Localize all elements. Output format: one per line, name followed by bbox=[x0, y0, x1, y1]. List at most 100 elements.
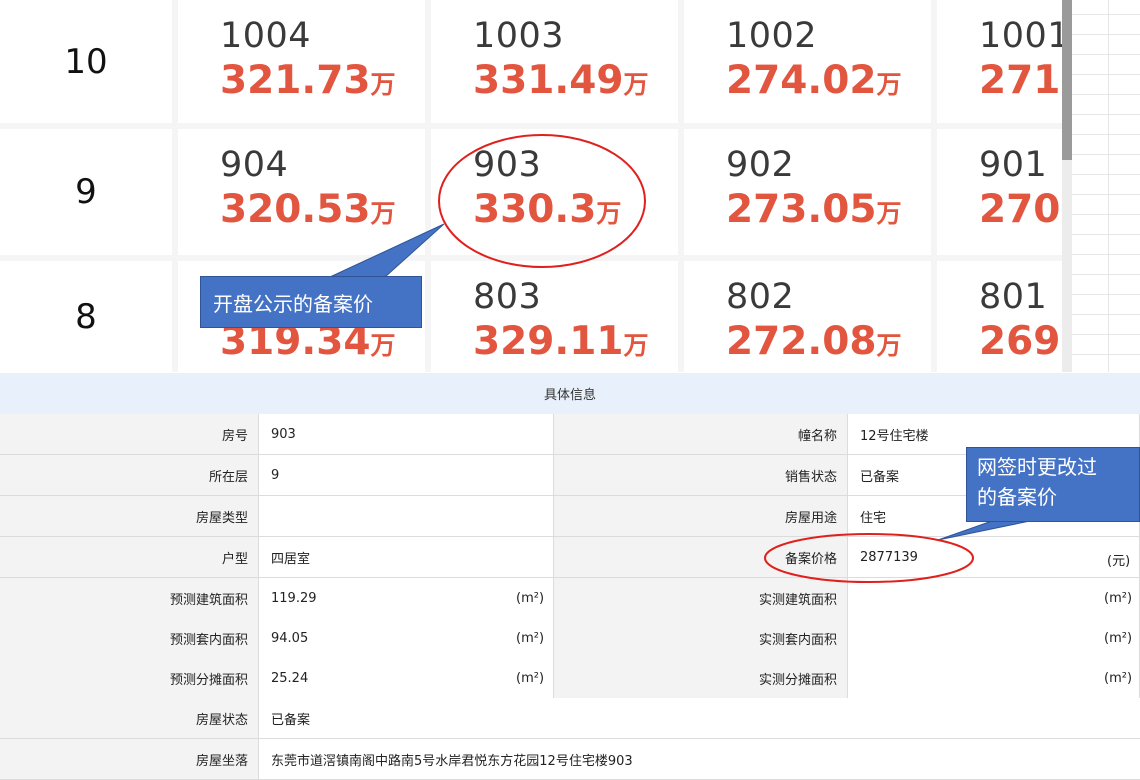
unit-cell-1002[interactable]: 1002 274.02万 bbox=[684, 0, 931, 123]
field-label: 房屋类型 bbox=[0, 496, 259, 536]
price: 321.73万 bbox=[220, 58, 396, 103]
divider bbox=[1072, 174, 1140, 175]
divider bbox=[1072, 294, 1140, 295]
table-row: 预测分摊面积 25.24 (m²) 实测分摊面积 (m²) bbox=[0, 658, 1140, 699]
field-label: 预测套内面积 bbox=[0, 618, 259, 658]
field-value bbox=[848, 618, 1140, 658]
divider bbox=[1072, 154, 1140, 155]
field-label: 预测分摊面积 bbox=[0, 658, 259, 698]
field-value: 2877139 bbox=[848, 537, 1140, 577]
field-label: 备案价格 bbox=[554, 537, 848, 577]
unit-cell-904[interactable]: 904 320.53万 bbox=[178, 129, 425, 255]
divider bbox=[1072, 274, 1140, 275]
room-number: 904 bbox=[220, 145, 289, 185]
detail-header: 具体信息 bbox=[0, 373, 1140, 415]
room-number: 1003 bbox=[473, 16, 565, 56]
callout-changed-price: 网签时更改过 的备案价 bbox=[966, 447, 1140, 522]
unit-cell-903[interactable]: 903 330.3万 bbox=[431, 129, 678, 255]
field-value bbox=[848, 578, 1140, 618]
floor-label: 10 bbox=[0, 0, 172, 123]
unit-cell-1003[interactable]: 1003 331.49万 bbox=[431, 0, 678, 123]
divider bbox=[1072, 14, 1140, 15]
field-value: 9 bbox=[259, 455, 554, 495]
unit-cell-801[interactable]: 801 269.5 bbox=[937, 261, 1062, 372]
price: 331.49万 bbox=[473, 58, 649, 103]
price: 270.4 bbox=[979, 187, 1062, 232]
field-value: 已备案 bbox=[259, 698, 1140, 738]
field-label: 实测建筑面积 bbox=[554, 578, 848, 618]
divider bbox=[1072, 234, 1140, 235]
field-value: 94.05 bbox=[259, 618, 554, 658]
field-value bbox=[259, 496, 554, 536]
table-row: 预测建筑面积 119.29 (m²) 实测建筑面积 (m²) bbox=[0, 578, 1140, 619]
room-number: 803 bbox=[473, 277, 542, 317]
price: 272.08万 bbox=[726, 319, 902, 364]
unit-label: (m²) bbox=[516, 631, 545, 646]
field-value: 903 bbox=[259, 414, 554, 454]
table-row: 房屋状态 已备案 bbox=[0, 698, 1140, 739]
unit-label: (m²) bbox=[1104, 671, 1133, 686]
field-value: 119.29 bbox=[259, 578, 554, 618]
divider bbox=[1072, 334, 1140, 335]
field-label: 实测分摊面积 bbox=[554, 658, 848, 698]
table-row: 预测套内面积 94.05 (m²) 实测套内面积 (m²) bbox=[0, 618, 1140, 659]
field-value: 四居室 bbox=[259, 537, 554, 577]
price: 320.53万 bbox=[220, 187, 396, 232]
unit-label: (m²) bbox=[1104, 631, 1133, 646]
grid-right-background bbox=[1072, 0, 1140, 372]
field-label: 实测套内面积 bbox=[554, 618, 848, 658]
unit-cell-902[interactable]: 902 273.05万 bbox=[684, 129, 931, 255]
detail-panel: 具体信息 房号 903 幢名称 12号住宅楼 所在层 9 销售状态 已备案 房屋… bbox=[0, 373, 1140, 780]
field-label: 房号 bbox=[0, 414, 259, 454]
unit-cell-803[interactable]: 803 329.11万 bbox=[431, 261, 678, 372]
divider bbox=[1072, 354, 1140, 355]
field-label: 幢名称 bbox=[554, 414, 848, 454]
divider bbox=[1072, 214, 1140, 215]
room-number: 902 bbox=[726, 145, 795, 185]
divider bbox=[1072, 134, 1140, 135]
unit-label: (m²) bbox=[1104, 591, 1133, 606]
price: 271.4 bbox=[979, 58, 1062, 103]
field-value: 25.24 bbox=[259, 658, 554, 698]
room-number: 1004 bbox=[220, 16, 312, 56]
room-number: 1002 bbox=[726, 16, 818, 56]
field-label: 销售状态 bbox=[554, 455, 848, 495]
floor-label: 8 bbox=[0, 261, 172, 372]
room-number: 901 bbox=[979, 145, 1048, 185]
room-number: 903 bbox=[473, 145, 542, 185]
field-label: 房屋用途 bbox=[554, 496, 848, 536]
field-value: 东莞市道滘镇南阁中路南5号水岸君悦东方花园12号住宅楼903 bbox=[259, 739, 1140, 779]
price: 273.05万 bbox=[726, 187, 902, 232]
field-label: 预测建筑面积 bbox=[0, 578, 259, 618]
divider bbox=[1072, 94, 1140, 95]
divider bbox=[1072, 254, 1140, 255]
field-value bbox=[848, 658, 1140, 698]
room-number: 1001 bbox=[979, 16, 1062, 56]
callout-opening-price: 开盘公示的备案价 bbox=[200, 276, 422, 328]
field-label: 户型 bbox=[0, 537, 259, 577]
divider bbox=[1072, 114, 1140, 115]
field-label: 房屋坐落 bbox=[0, 739, 259, 779]
price: 330.3万 bbox=[473, 187, 622, 232]
divider bbox=[1072, 34, 1140, 35]
divider bbox=[1072, 314, 1140, 315]
price: 329.11万 bbox=[473, 319, 649, 364]
floor-label: 9 bbox=[0, 129, 172, 255]
unit-label: (m²) bbox=[516, 591, 545, 606]
field-label: 房屋状态 bbox=[0, 698, 259, 738]
unit-label: (元) bbox=[1107, 554, 1131, 569]
divider bbox=[1072, 74, 1140, 75]
table-row: 户型 四居室 备案价格 2877139 (元) bbox=[0, 537, 1140, 578]
unit-cell-802[interactable]: 802 272.08万 bbox=[684, 261, 931, 372]
divider bbox=[1072, 54, 1140, 55]
unit-cell-1001[interactable]: 1001 271.4 bbox=[937, 0, 1062, 123]
table-row: 房屋坐落 东莞市道滘镇南阁中路南5号水岸君悦东方花园12号住宅楼903 bbox=[0, 739, 1140, 780]
floor-grid: 10 1004 321.73万 1003 331.49万 1002 274.02… bbox=[0, 0, 1140, 372]
room-number: 801 bbox=[979, 277, 1048, 317]
divider bbox=[1108, 0, 1109, 372]
callout-line: 网签时更改过 bbox=[977, 455, 1097, 479]
unit-cell-901[interactable]: 901 270.4 bbox=[937, 129, 1062, 255]
scrollbar-thumb[interactable] bbox=[1062, 0, 1072, 160]
unit-label: (m²) bbox=[516, 671, 545, 686]
unit-cell-1004[interactable]: 1004 321.73万 bbox=[178, 0, 425, 123]
